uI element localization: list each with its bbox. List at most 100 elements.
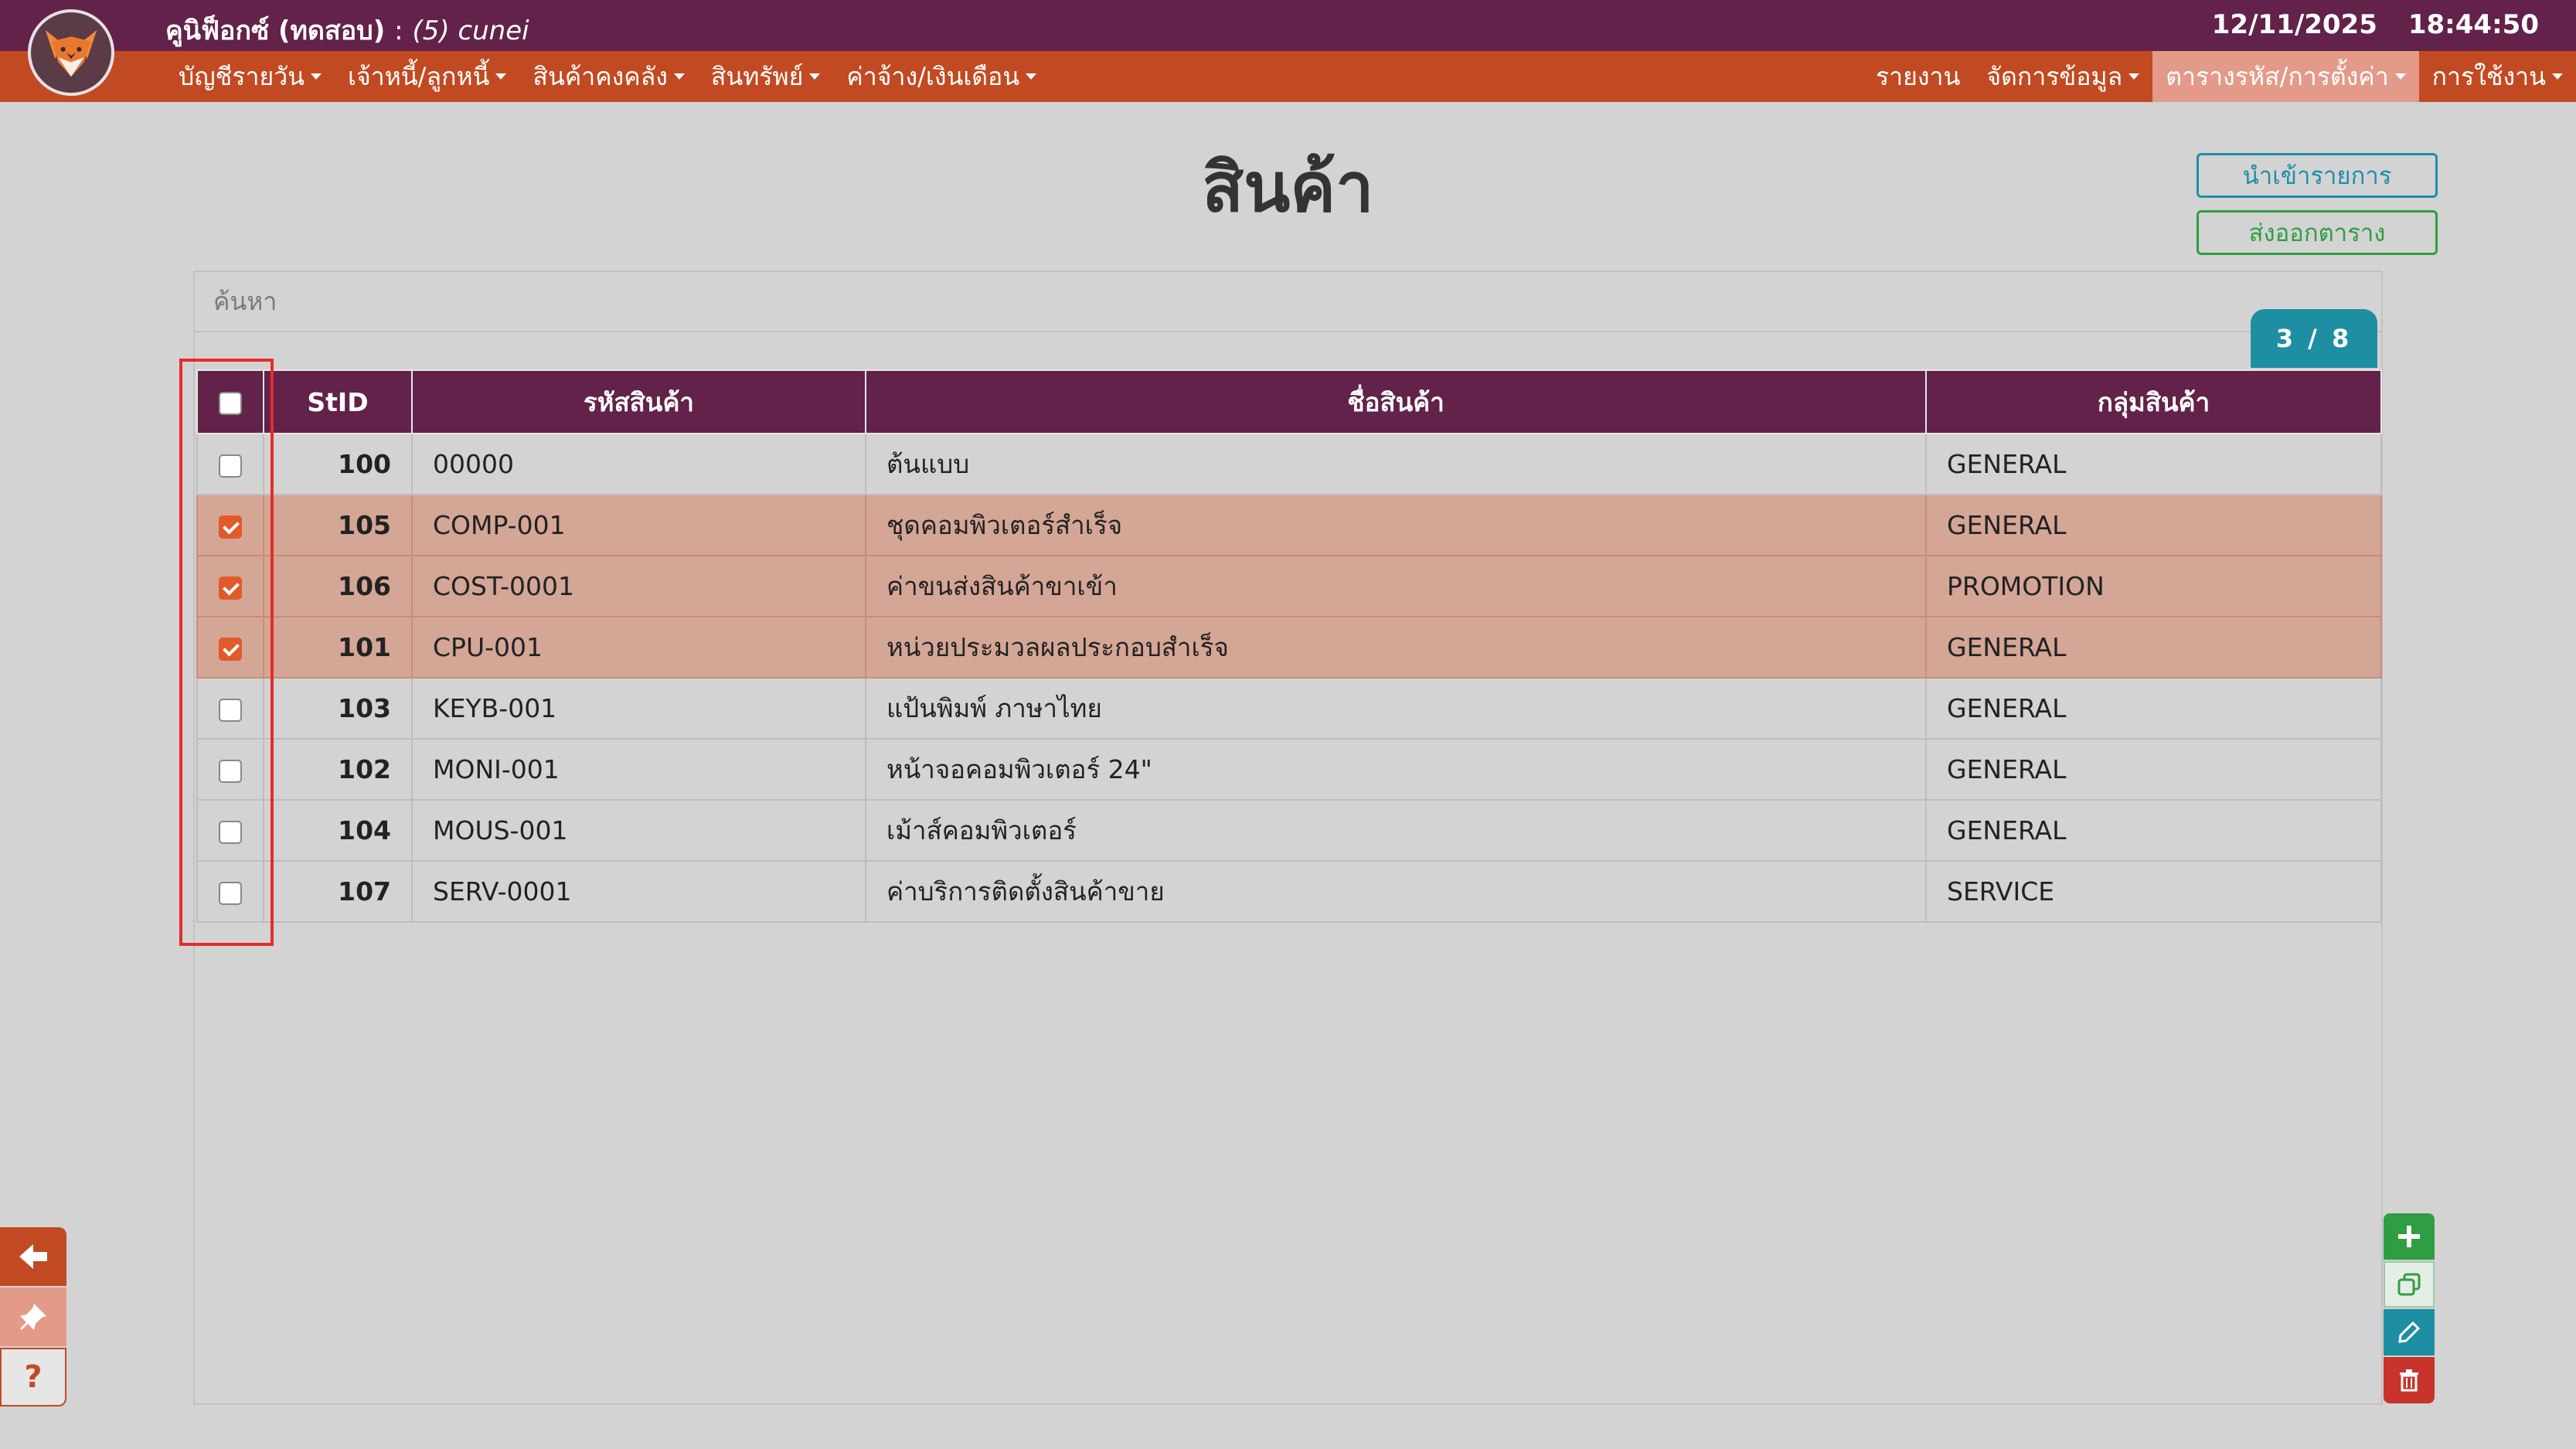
edit-button[interactable] bbox=[2384, 1309, 2435, 1355]
cell-product-group: GENERAL bbox=[1925, 677, 2382, 740]
cell-product-code: CPU-001 bbox=[411, 616, 866, 679]
app-name: คูนิฟ็อกซ์ (ทดสอบ) bbox=[165, 15, 386, 46]
cell-stid: 101 bbox=[263, 616, 413, 679]
row-checkbox[interactable] bbox=[219, 576, 242, 600]
back-button[interactable] bbox=[0, 1227, 66, 1286]
cell-product-group: GENERAL bbox=[1925, 738, 2382, 801]
menu-bar: บัญชีรายวัน เจ้าหนี้/ลูกหนี้ สินค้าคงคลัง ส… bbox=[0, 51, 2576, 102]
chevron-down-icon bbox=[673, 73, 685, 80]
cell-product-code: MOUS-001 bbox=[411, 799, 866, 862]
cell-product-group: GENERAL bbox=[1925, 494, 2382, 556]
copy-button[interactable] bbox=[2384, 1261, 2435, 1308]
cell-product-code: MONI-001 bbox=[411, 738, 866, 801]
cell-product-name: ต้นแบบ bbox=[865, 433, 1927, 495]
row-checkbox-cell bbox=[196, 860, 264, 923]
title-bar: คูนิฟ็อกซ์ (ทดสอบ) : (5) cunei 12/11/202… bbox=[0, 0, 2576, 51]
cell-product-group: GENERAL bbox=[1925, 616, 2382, 679]
chevron-down-icon bbox=[1026, 73, 1037, 80]
cell-product-code: KEYB-001 bbox=[411, 677, 866, 740]
row-checkbox-cell bbox=[196, 677, 264, 740]
row-checkbox-cell bbox=[196, 799, 264, 862]
add-button[interactable] bbox=[2384, 1213, 2435, 1260]
menu-item-left-3[interactable]: สินทรัพย์ bbox=[698, 51, 834, 102]
menu-item-label: รายงาน bbox=[1875, 61, 1961, 91]
row-checkbox-cell bbox=[196, 555, 264, 617]
row-checkbox[interactable] bbox=[219, 820, 242, 844]
cell-product-name: หน่วยประมวลผลประกอบสำเร็จ bbox=[865, 616, 1927, 679]
table-row[interactable]: 103 KEYB-001 แป้นพิมพ์ ภาษาไทย GENERAL bbox=[196, 677, 2382, 740]
menu-item-label: สินทรัพย์ bbox=[710, 61, 804, 91]
title-separator: : bbox=[394, 15, 403, 46]
row-checkbox[interactable] bbox=[219, 454, 242, 478]
table-row[interactable]: 101 CPU-001 หน่วยประมวลผลประกอบสำเร็จ GENER… bbox=[196, 616, 2382, 679]
menu-item-label: ตารางรหัส/การตั้งค่า bbox=[2166, 61, 2389, 91]
table-row[interactable]: 100 00000 ต้นแบบ GENERAL bbox=[196, 433, 2382, 495]
cell-product-group: GENERAL bbox=[1925, 799, 2382, 862]
cell-product-name: เม้าส์คอมพิวเตอร์ bbox=[865, 799, 1927, 862]
cell-stid: 105 bbox=[263, 494, 413, 556]
cell-stid: 100 bbox=[263, 433, 413, 495]
delete-button[interactable] bbox=[2384, 1357, 2435, 1403]
cell-product-code: 00000 bbox=[411, 433, 866, 495]
column-header-name[interactable]: ชื่อสินค้า bbox=[865, 369, 1927, 434]
cell-stid: 102 bbox=[263, 738, 413, 801]
menu-item-left-1[interactable]: เจ้าหนี้/ลูกหนี้ bbox=[335, 51, 519, 102]
help-button[interactable]: ? bbox=[0, 1348, 66, 1406]
chevron-down-icon bbox=[495, 73, 507, 80]
column-header-stid[interactable]: StID bbox=[263, 369, 413, 434]
menu-item-label: ค่าจ้าง/เงินเดือน bbox=[846, 61, 1020, 91]
column-header-code[interactable]: รหัสสินค้า bbox=[411, 369, 866, 434]
row-checkbox[interactable] bbox=[219, 881, 242, 905]
cell-product-name: ค่าขนส่งสินค้าขาเข้า bbox=[865, 555, 1927, 617]
export-table-button[interactable]: ส่งออกตาราง bbox=[2197, 210, 2438, 255]
clock: 12/11/2025 18:44:50 bbox=[2212, 9, 2539, 40]
main-menu-right: รายงาน จัดการข้อมูล ตารางรหัส/การตั้งค่า กา… bbox=[1863, 51, 2576, 102]
fox-logo-icon[interactable] bbox=[28, 9, 114, 96]
current-user: (5) cunei bbox=[412, 15, 529, 46]
table-row[interactable]: 102 MONI-001 หน้าจอคอมพิวเตอร์ 24" GENERAL bbox=[196, 738, 2382, 801]
cell-product-name: ค่าบริการติดตั้งสินค้าขาย bbox=[865, 860, 1927, 923]
cell-product-name: แป้นพิมพ์ ภาษาไทย bbox=[865, 677, 1927, 740]
cell-product-name: ชุดคอมพิวเตอร์สำเร็จ bbox=[865, 494, 1927, 556]
chevron-down-icon bbox=[2552, 73, 2563, 80]
menu-item-right-0[interactable]: รายงาน bbox=[1863, 51, 1973, 102]
cell-product-group: SERVICE bbox=[1925, 860, 2382, 923]
table-row[interactable]: 107 SERV-0001 ค่าบริการติดตั้งสินค้าขาย SER… bbox=[196, 860, 2382, 923]
search-input[interactable] bbox=[193, 270, 2383, 332]
menu-item-label: บัญชีรายวัน bbox=[179, 61, 305, 91]
column-header-group[interactable]: กลุ่มสินค้า bbox=[1925, 369, 2382, 434]
cell-product-group: PROMOTION bbox=[1925, 555, 2382, 617]
table-row[interactable]: 106 COST-0001 ค่าขนส่งสินค้าขาเข้า PROMOTIO… bbox=[196, 555, 2382, 617]
menu-item-right-2[interactable]: ตารางรหัส/การตั้งค่า bbox=[2152, 51, 2419, 102]
app-title: คูนิฟ็อกซ์ (ทดสอบ) : (5) cunei bbox=[165, 9, 529, 51]
row-checkbox-cell bbox=[196, 433, 264, 495]
current-date: 12/11/2025 bbox=[2211, 9, 2377, 40]
chevron-down-icon bbox=[311, 73, 322, 80]
row-checkbox[interactable] bbox=[219, 759, 242, 783]
cell-product-code: COMP-001 bbox=[411, 494, 866, 556]
current-time: 18:44:50 bbox=[2408, 9, 2539, 40]
pin-icon bbox=[20, 1304, 46, 1330]
menu-item-right-1[interactable]: จัดการข้อมูล bbox=[1973, 51, 2152, 102]
menu-item-left-2[interactable]: สินค้าคงคลัง bbox=[519, 51, 697, 102]
arrow-left-icon bbox=[19, 1244, 47, 1269]
select-all-checkbox[interactable] bbox=[219, 392, 242, 415]
plus-icon bbox=[2398, 1226, 2420, 1247]
page-title: สินค้า bbox=[1202, 148, 1374, 227]
table-row[interactable]: 105 COMP-001 ชุดคอมพิวเตอร์สำเร็จ GENERAL bbox=[196, 494, 2382, 556]
row-checkbox[interactable] bbox=[219, 637, 242, 661]
cell-product-code: COST-0001 bbox=[411, 555, 866, 617]
select-all-cell bbox=[196, 369, 264, 434]
row-checkbox-cell bbox=[196, 494, 264, 556]
menu-item-right-3[interactable]: การใช้งาน bbox=[2419, 51, 2576, 102]
menu-item-left-0[interactable]: บัญชีรายวัน bbox=[165, 51, 335, 102]
table-row[interactable]: 104 MOUS-001 เม้าส์คอมพิวเตอร์ GENERAL bbox=[196, 799, 2382, 862]
row-checkbox[interactable] bbox=[219, 698, 242, 722]
pencil-icon bbox=[2398, 1321, 2421, 1343]
menu-item-label: การใช้งาน bbox=[2431, 61, 2546, 91]
menu-item-left-4[interactable]: ค่าจ้าง/เงินเดือน bbox=[833, 51, 1050, 102]
main-menu-left: บัญชีรายวัน เจ้าหนี้/ลูกหนี้ สินค้าคงคลัง ส… bbox=[165, 51, 1050, 102]
row-checkbox[interactable] bbox=[219, 515, 242, 539]
pin-button[interactable] bbox=[0, 1287, 66, 1346]
import-button[interactable]: นำเข้ารายการ bbox=[2197, 153, 2438, 198]
